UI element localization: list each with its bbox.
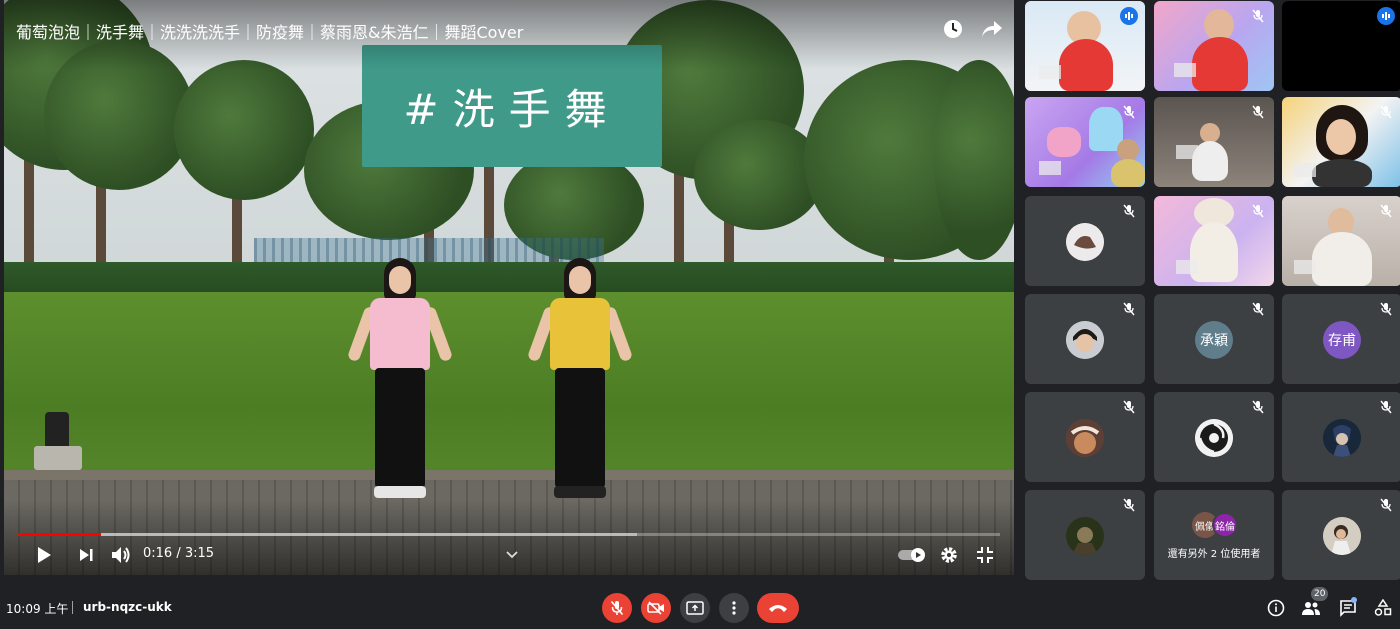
others-tile[interactable]: 佩儀 銘倫 還有另外 2 位使用者 [1154, 490, 1274, 580]
time-display: 0:16 / 3:15 [143, 546, 215, 561]
chevron-down-icon[interactable] [504, 544, 520, 566]
progress-played [18, 533, 102, 536]
play-button[interactable] [32, 544, 56, 566]
avatar: 存甫 [1323, 321, 1361, 359]
title-card-text: #洗手舞 [403, 84, 621, 134]
avatar [1195, 419, 1233, 457]
settings-gear-icon[interactable] [938, 544, 960, 566]
avatar [1323, 517, 1361, 555]
dancer-right [526, 258, 634, 508]
divider [72, 601, 73, 614]
participant-tile[interactable] [1025, 490, 1145, 580]
participant-tile[interactable]: 承穎 [1154, 294, 1274, 384]
participant-tile[interactable]: 存甫 [1282, 294, 1400, 384]
mic-off-icon [1377, 496, 1395, 514]
mic-off-icon [1120, 398, 1138, 416]
avatar-initials: 承穎 [1200, 333, 1228, 349]
meeting-control-bar: 10:09 上午 urb-nqzc-ukk 20 [0, 585, 1400, 629]
participant-tile[interactable] [1154, 1, 1274, 91]
progress-buffered [18, 533, 637, 536]
avatar: 銘倫 [1212, 512, 1238, 538]
speaking-indicator-icon [1120, 7, 1138, 25]
participant-tile[interactable] [1025, 97, 1145, 187]
avatar [1323, 419, 1361, 457]
avatar [1066, 517, 1104, 555]
participant-tile[interactable] [1025, 392, 1145, 482]
activities-icon [1374, 599, 1392, 616]
mic-off-icon [1377, 300, 1395, 318]
fullscreen-exit-icon[interactable] [974, 544, 996, 566]
watch-later-icon[interactable] [942, 18, 964, 40]
presentation-video[interactable]: #洗手舞 葡萄泡泡｜洗手舞｜洗洗洗洗手｜防疫舞｜蔡雨恩&朱浩仁｜舞蹈Cover … [4, 0, 1014, 575]
participant-tile[interactable] [1282, 97, 1400, 187]
people-icon [1302, 602, 1320, 615]
participant-count-badge: 20 [1311, 587, 1329, 601]
microphone-toggle-button[interactable] [602, 593, 632, 623]
participant-tile[interactable] [1282, 1, 1400, 91]
next-button[interactable] [74, 544, 98, 566]
clock: 10:09 上午 [6, 602, 69, 616]
mic-off-icon [1249, 103, 1267, 121]
meeting-details-button[interactable] [1265, 597, 1287, 619]
avatar [1066, 321, 1104, 359]
participant-grid: 承穎 存甫 佩儀 銘倫 還有另外 2 位使用者 [1024, 0, 1400, 582]
avatar: 承穎 [1195, 321, 1233, 359]
avatar [1066, 419, 1104, 457]
participant-tile[interactable] [1282, 490, 1400, 580]
mic-off-icon [1377, 398, 1395, 416]
participant-tile[interactable] [1154, 196, 1274, 286]
share-icon[interactable] [980, 18, 1004, 40]
others-avatars: 佩儀 銘倫 [1192, 512, 1252, 538]
participant-tile[interactable] [1154, 97, 1274, 187]
mic-off-icon [1120, 300, 1138, 318]
camera-toggle-button[interactable] [641, 593, 671, 623]
camera-off-icon [647, 601, 664, 615]
avatar [1066, 223, 1104, 261]
video-title[interactable]: 葡萄泡泡｜洗手舞｜洗洗洗洗手｜防疫舞｜蔡雨恩&朱浩仁｜舞蹈Cover [16, 19, 523, 43]
present-screen-icon [686, 601, 704, 615]
mic-off-icon [1120, 103, 1138, 121]
autoplay-toggle[interactable] [896, 544, 928, 566]
participant-tile[interactable] [1025, 294, 1145, 384]
participant-tile[interactable] [1154, 392, 1274, 482]
speaking-indicator-icon [1377, 7, 1395, 25]
leave-call-button[interactable] [757, 593, 799, 623]
mic-off-icon [1249, 300, 1267, 318]
mic-off-icon [1120, 496, 1138, 514]
meeting-code[interactable]: urb-nqzc-ukk [83, 600, 172, 614]
lamp-post [34, 412, 82, 470]
more-vert-icon [732, 601, 736, 615]
dancer-left [346, 258, 454, 508]
mic-off-icon [1377, 202, 1395, 220]
mic-off-icon [1249, 7, 1267, 25]
meet-window: #洗手舞 葡萄泡泡｜洗手舞｜洗洗洗洗手｜防疫舞｜蔡雨恩&朱浩仁｜舞蹈Cover … [0, 0, 1400, 629]
participant-tile[interactable] [1282, 196, 1400, 286]
volume-button[interactable] [108, 544, 134, 566]
mic-off-icon [1377, 103, 1395, 121]
avatar-initials: 存甫 [1328, 333, 1356, 349]
activities-button[interactable] [1372, 597, 1394, 619]
mic-off-icon [1120, 202, 1138, 220]
progress-bar[interactable] [18, 533, 1000, 536]
mic-off-icon [1249, 202, 1267, 220]
mic-off-icon [1249, 398, 1267, 416]
mic-off-icon [610, 600, 624, 616]
participant-tile[interactable] [1282, 392, 1400, 482]
hang-up-icon [769, 605, 787, 612]
present-now-button[interactable] [680, 593, 710, 623]
chat-notification-dot [1351, 597, 1357, 603]
participant-tile[interactable] [1025, 1, 1145, 91]
more-options-button[interactable] [719, 593, 749, 623]
others-label: 還有另外 2 位使用者 [1167, 549, 1261, 560]
info-icon [1267, 599, 1285, 617]
participant-tile[interactable] [1025, 196, 1145, 286]
